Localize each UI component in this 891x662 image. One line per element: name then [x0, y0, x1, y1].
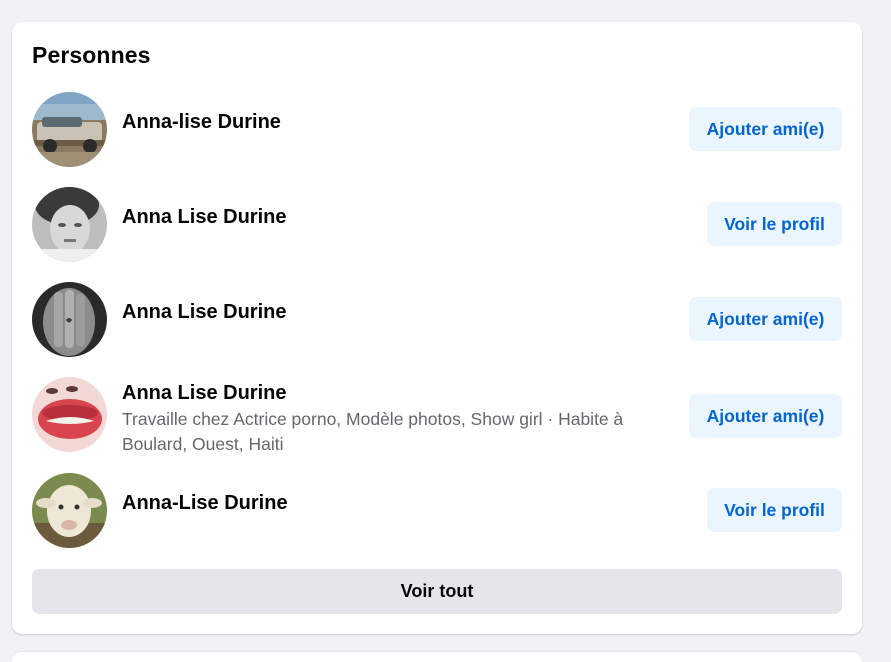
person-name[interactable]: Anna Lise Durine	[122, 206, 286, 229]
person-row[interactable]: Anna Lise Durine Ajouter ami(e)	[32, 282, 842, 358]
add-friend-button[interactable]: Ajouter ami(e)	[689, 107, 842, 151]
avatar[interactable]	[32, 377, 107, 452]
person-row[interactable]: Anna-Lise Durine Voir le profil	[32, 473, 842, 549]
avatar[interactable]	[32, 473, 107, 548]
person-name[interactable]: Anna-Lise Durine	[122, 492, 288, 515]
avatar[interactable]	[32, 282, 107, 357]
next-card-edge	[12, 652, 862, 662]
person-name[interactable]: Anna Lise Durine	[122, 301, 286, 324]
avatar[interactable]	[32, 187, 107, 262]
person-row[interactable]: Anna Lise Durine Travaille chez Actrice …	[32, 377, 842, 454]
person-row[interactable]: Anna Lise Durine Voir le profil	[32, 187, 842, 263]
people-results-card: Personnes Anna-lise Durine Ajouter ami(e…	[12, 22, 862, 634]
person-details: Travaille chez Actrice porno, Modèle pho…	[122, 409, 624, 454]
section-title: Personnes	[32, 42, 151, 68]
avatar[interactable]	[32, 92, 107, 167]
add-friend-button[interactable]: Ajouter ami(e)	[689, 394, 842, 438]
person-row[interactable]: Anna-lise Durine Ajouter ami(e)	[32, 92, 842, 168]
view-profile-button[interactable]: Voir le profil	[707, 202, 842, 246]
person-name[interactable]: Anna-lise Durine	[122, 111, 281, 134]
person-name[interactable]: Anna Lise Durine	[122, 382, 286, 405]
see-all-button[interactable]: Voir tout	[32, 569, 842, 614]
add-friend-button[interactable]: Ajouter ami(e)	[689, 297, 842, 341]
view-profile-button[interactable]: Voir le profil	[707, 488, 842, 532]
